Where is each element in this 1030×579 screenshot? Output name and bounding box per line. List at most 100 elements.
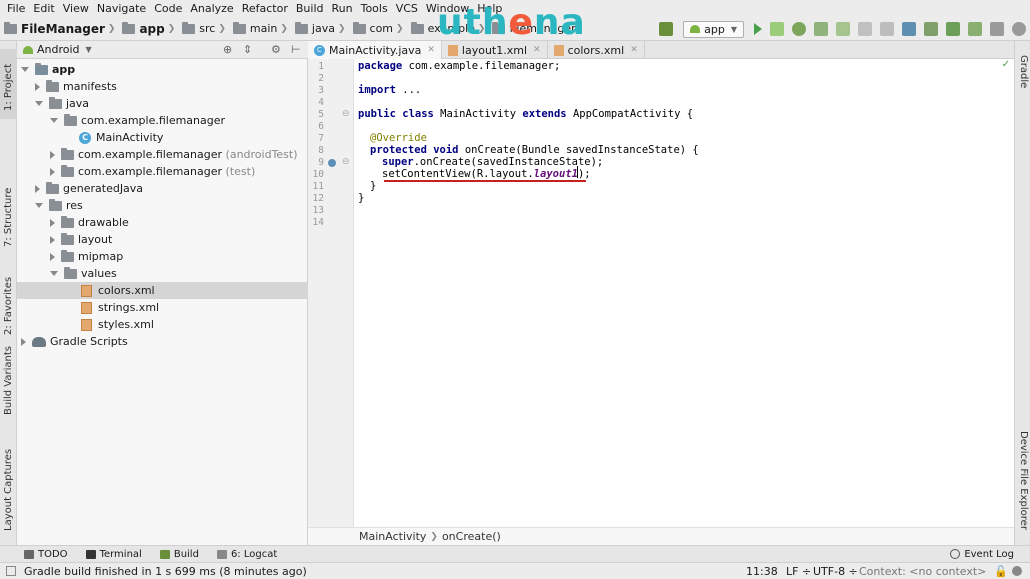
tab-colors-xml[interactable]: colors.xml ✕ (548, 41, 645, 59)
chevron-down-icon: ▼ (730, 24, 737, 34)
tree-item-res[interactable]: res (17, 197, 308, 214)
tool-tab-favorites[interactable]: 2: Favorites (0, 263, 17, 335)
android-icon (690, 25, 701, 33)
logcat-icon (216, 549, 227, 559)
sdk-manager-icon[interactable] (946, 22, 960, 36)
crumb-project[interactable]: FileManager ❯ (4, 21, 118, 36)
line-number: 14 (312, 217, 324, 228)
menu-code[interactable]: Code (150, 0, 186, 17)
debug-icon[interactable] (792, 22, 806, 36)
tree-item-java[interactable]: java (17, 95, 308, 112)
status-message[interactable]: Gradle build finished in 1 s 699 ms (8 m… (24, 565, 307, 578)
layout-inspector-icon[interactable] (990, 22, 1004, 36)
class-icon: C (79, 131, 91, 144)
lock-icon[interactable]: 🔓 (994, 565, 1008, 578)
collapsed-arrow-icon (50, 218, 55, 227)
tree-item-manifests[interactable]: manifests (17, 78, 308, 95)
tool-tab-device-file-explorer[interactable]: Device File Explorer (1015, 431, 1030, 541)
code-line-11: setContentView(R.layout.layout1); (382, 168, 591, 180)
tool-tab-build-variants[interactable]: Build Variants (0, 341, 17, 421)
menu-build[interactable]: Build (292, 0, 328, 17)
close-icon[interactable]: ✕ (533, 45, 541, 55)
run-icon[interactable] (754, 23, 762, 35)
menu-refactor[interactable]: Refactor (238, 0, 292, 17)
tree-item-app[interactable]: app (17, 61, 308, 78)
menu-vcs[interactable]: VCS (392, 0, 422, 17)
crumb-com[interactable]: com ❯ (352, 21, 407, 35)
menu-run[interactable]: Run (328, 0, 357, 17)
collapse-all-icon[interactable]: ⇕ (243, 43, 252, 56)
close-icon[interactable]: ✕ (630, 45, 638, 55)
apply-changes-icon[interactable] (770, 22, 784, 36)
tool-tab-layout-captures[interactable]: Layout Captures (0, 439, 17, 533)
stop-icon[interactable] (880, 22, 894, 36)
coverage-icon[interactable] (814, 22, 828, 36)
tree-item-colors-xml[interactable]: colors.xml (17, 282, 308, 299)
crumb-class[interactable]: MainActivity (359, 530, 426, 543)
tree-item-mipmap[interactable]: mipmap (17, 248, 308, 265)
attach-debugger-icon[interactable] (858, 22, 872, 36)
tree-item-drawable[interactable]: drawable (17, 214, 308, 231)
fold-icon[interactable]: ⊖ (342, 109, 350, 119)
menu-navigate[interactable]: Navigate (93, 0, 150, 17)
status-bar: Gradle build finished in 1 s 699 ms (8 m… (0, 562, 1030, 579)
tab-mainactivity-java[interactable]: C MainActivity.java ✕ (308, 41, 442, 59)
tree-item-package-androidtest[interactable]: com.example.filemanager (androidTest) (17, 146, 308, 163)
context-indicator[interactable]: Context: <no context> (859, 565, 986, 578)
tree-item-generatedjava[interactable]: generatedJava (17, 180, 308, 197)
menu-tools[interactable]: Tools (357, 0, 392, 17)
menu-view[interactable]: View (59, 0, 93, 17)
avd-manager-icon[interactable] (924, 22, 938, 36)
tool-tab-build[interactable]: Build (159, 549, 199, 560)
tree-item-mainactivity[interactable]: C MainActivity (17, 129, 308, 146)
class-icon: C (314, 44, 325, 56)
crumb-method[interactable]: onCreate() (442, 530, 501, 543)
close-icon[interactable]: ✕ (427, 45, 435, 55)
gear-icon[interactable]: ⚙ (271, 43, 281, 56)
tree-item-styles-xml[interactable]: styles.xml (17, 316, 308, 333)
android-icon (23, 45, 33, 54)
android-monitor-icon[interactable] (968, 22, 982, 36)
hammer-icon[interactable] (659, 22, 674, 36)
tree-item-strings-xml[interactable]: strings.xml (17, 299, 308, 316)
tool-tab-project[interactable]: 1: Project (0, 49, 17, 119)
tool-tab-gradle[interactable]: Gradle (1015, 55, 1030, 125)
profile-icon[interactable] (836, 22, 850, 36)
fold-icon[interactable]: ⊖ (342, 157, 350, 167)
tree-item-package[interactable]: com.example.filemanager (17, 112, 308, 129)
sync-gradle-icon[interactable] (902, 22, 916, 36)
project-view-select[interactable]: Android (37, 43, 80, 56)
crumb-src[interactable]: src ❯ (182, 21, 229, 35)
menu-analyze[interactable]: Analyze (186, 0, 237, 17)
file-encoding[interactable]: UTF-8 ÷ (813, 565, 858, 578)
tree-item-layout[interactable]: layout (17, 231, 308, 248)
tab-layout1-xml[interactable]: layout1.xml ✕ (442, 41, 548, 59)
menu-edit[interactable]: Edit (29, 0, 58, 17)
tool-tab-terminal[interactable]: Terminal (85, 549, 142, 560)
menu-file[interactable]: File (3, 0, 29, 17)
tree-item-values[interactable]: values (17, 265, 308, 282)
tool-tab-logcat[interactable]: 6: Logcat (216, 549, 277, 560)
tool-tab-event-log[interactable]: Event Log (950, 549, 1014, 560)
tool-tab-structure[interactable]: 7: Structure (0, 179, 17, 249)
expanded-arrow-icon (35, 101, 43, 106)
tree-item-gradle-scripts[interactable]: Gradle Scripts (17, 333, 308, 350)
crumb-java[interactable]: java ❯ (294, 21, 349, 35)
code-editor[interactable]: package com.example.filemanager; import … (354, 59, 1014, 527)
override-marker-icon[interactable] (328, 159, 336, 167)
inspector-icon[interactable] (1012, 566, 1022, 576)
hide-panel-icon[interactable]: ⊢ (291, 43, 301, 56)
tool-tab-todo[interactable]: TODO (24, 549, 68, 560)
xml-file-icon (553, 44, 564, 56)
crumb-app[interactable]: app ❯ (122, 21, 178, 36)
caret-position[interactable]: 11:38 (746, 565, 778, 578)
run-configuration-select[interactable]: app ▼ (683, 20, 744, 38)
editor-breadcrumb: MainActivity ❯ onCreate() (308, 527, 1014, 545)
chevron-down-icon[interactable]: ▼ (86, 45, 92, 54)
line-separator[interactable]: LF ÷ (786, 565, 811, 578)
tree-item-package-test[interactable]: com.example.filemanager (test) (17, 163, 308, 180)
toggle-tool-windows-icon[interactable] (6, 566, 16, 576)
crumb-main[interactable]: main ❯ (232, 21, 291, 35)
locate-icon[interactable]: ⊕ (223, 43, 232, 56)
search-icon[interactable] (1012, 22, 1026, 36)
